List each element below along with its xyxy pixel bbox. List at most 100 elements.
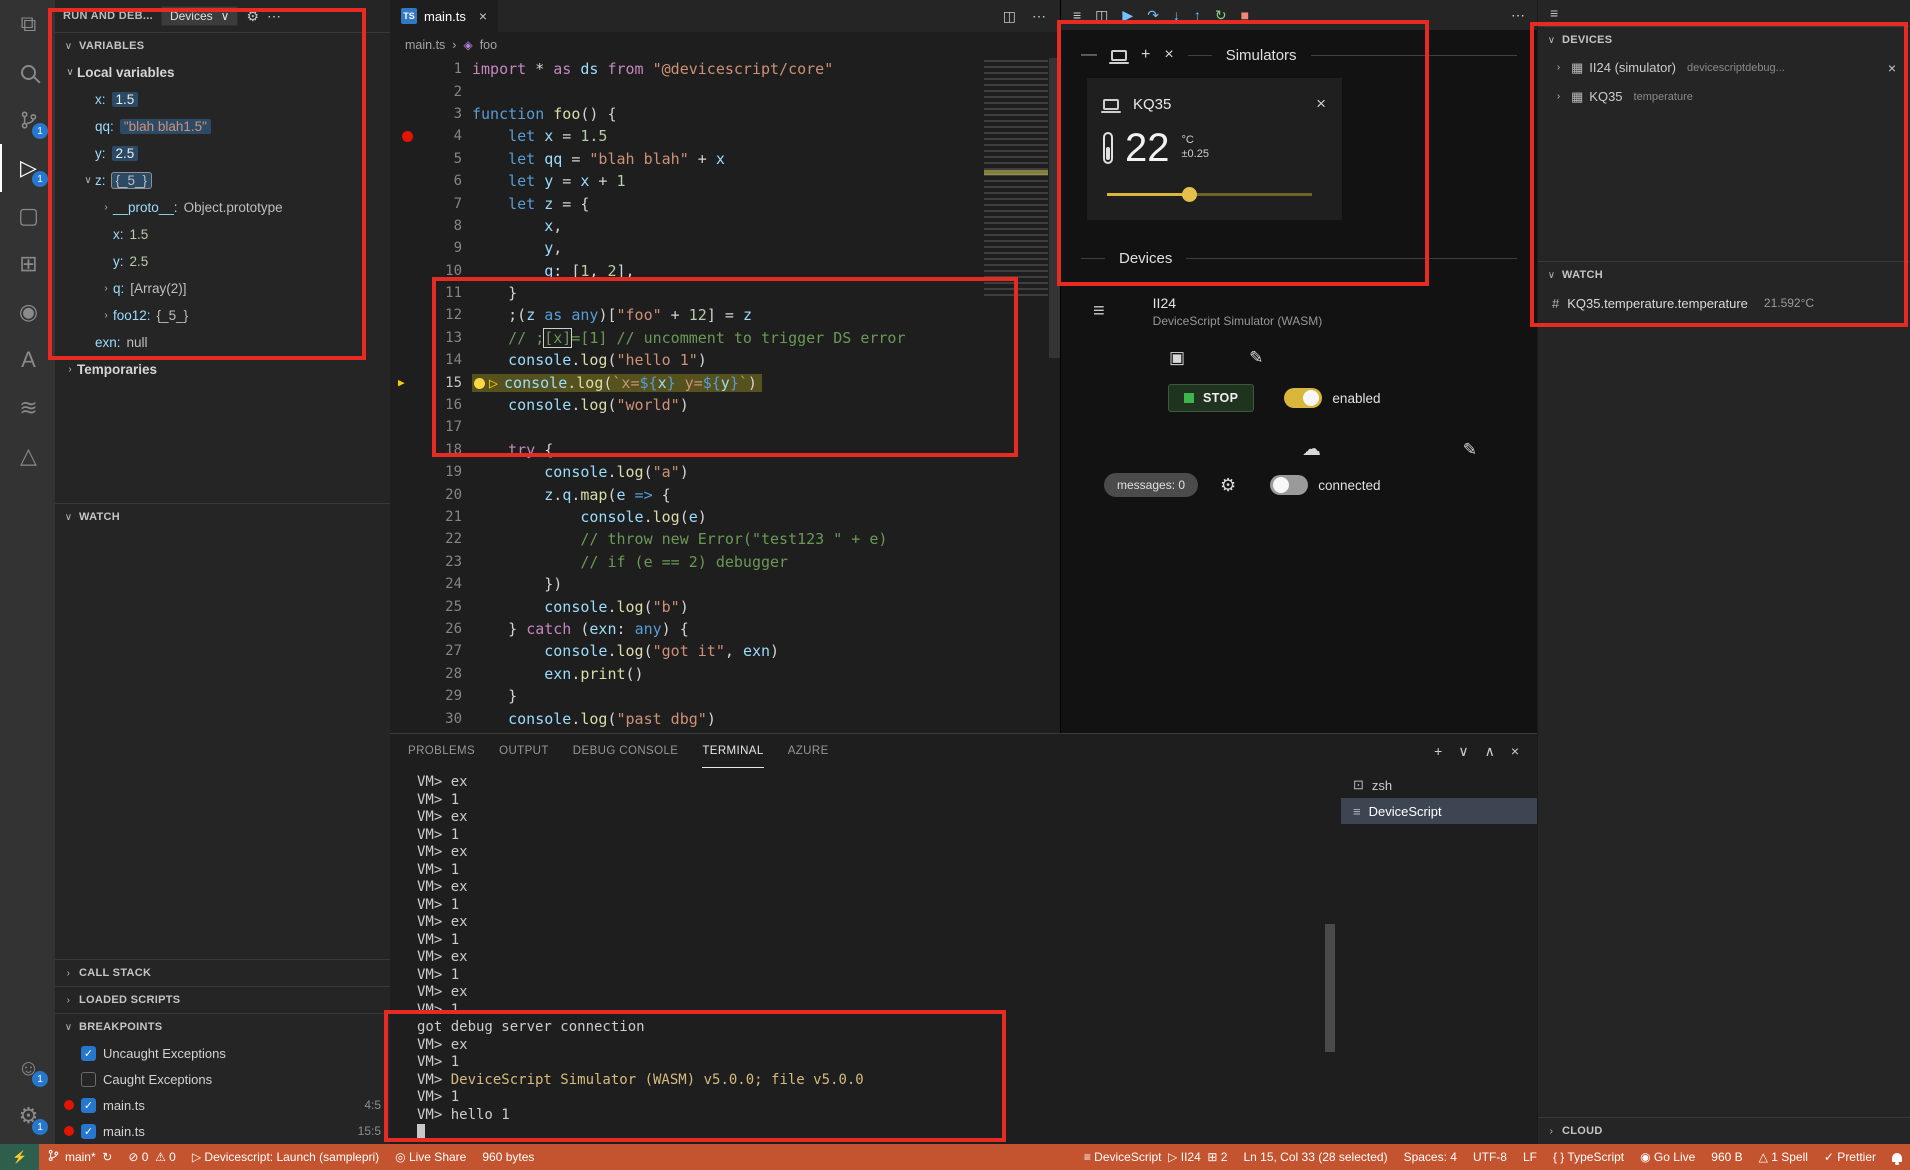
status-devicescript-device[interactable]: ≡ DeviceScript ▷ II24 ⊞ 2 xyxy=(1076,1144,1236,1170)
activity-remote-explorer-icon[interactable]: ▢ xyxy=(0,192,55,240)
device-row[interactable]: ›▦II24 (simulator)devicescriptdebug...× xyxy=(1538,53,1910,82)
robot-icon[interactable]: ▣ xyxy=(1169,348,1185,368)
status-problems[interactable]: ⊘ 0 ⚠ 0 xyxy=(120,1144,184,1170)
status-file-bytes[interactable]: 960 bytes xyxy=(474,1144,542,1170)
variable-row[interactable]: ›q:[Array(2)] xyxy=(55,275,390,302)
variable-row[interactable]: ›foo12:{_5_} xyxy=(55,302,390,329)
gutter[interactable]: 22 xyxy=(390,531,462,547)
breakpoint-checkbox[interactable] xyxy=(81,1072,96,1087)
gutter[interactable]: ▶15 xyxy=(390,375,462,391)
debug-step-into-icon[interactable]: ↓ xyxy=(1173,7,1180,23)
status-live-share[interactable]: ◎ Live Share xyxy=(387,1144,474,1170)
status-remote-indicator[interactable]: ⚡ xyxy=(0,1144,39,1170)
status-debug-launch[interactable]: ▷ Devicescript: Launch (samplepri) xyxy=(184,1144,387,1170)
variable-row[interactable]: ∨Local variables xyxy=(55,59,390,86)
gutter[interactable]: 9 xyxy=(390,240,462,256)
gutter[interactable]: 21 xyxy=(390,509,462,525)
gutter[interactable]: 20 xyxy=(390,487,462,503)
status-spell-checker[interactable]: △ 1 Spell xyxy=(1751,1144,1816,1170)
close-panel-button[interactable]: × xyxy=(1511,743,1519,759)
status-prettier[interactable]: ✓ Prettier xyxy=(1816,1144,1884,1170)
split-editor-icon[interactable]: ◫ xyxy=(1095,7,1108,24)
activity-search-icon[interactable] xyxy=(0,48,55,96)
gutter[interactable]: 2 xyxy=(390,84,462,100)
gutter[interactable]: 19 xyxy=(390,464,462,480)
list-icon[interactable]: ≡ xyxy=(1550,5,1558,21)
status-encoding[interactable]: UTF-8 xyxy=(1465,1144,1515,1170)
breadcrumb-item-file[interactable]: main.ts xyxy=(405,38,445,52)
activity-source-control-icon[interactable]: 1 xyxy=(0,96,55,144)
code-area[interactable]: 1import * as ds from "@devicescript/core… xyxy=(390,58,1060,733)
status-eol[interactable]: LF xyxy=(1515,1144,1545,1170)
edit-icon[interactable]: ✎ xyxy=(1249,348,1263,368)
stop-button[interactable]: STOP xyxy=(1168,384,1254,412)
breakpoint-checkbox[interactable]: ✓ xyxy=(81,1046,96,1061)
gutter[interactable]: 13 xyxy=(390,330,462,346)
gutter[interactable]: 8 xyxy=(390,218,462,234)
panel-tab-problems[interactable]: PROBLEMS xyxy=(408,734,475,768)
tab-main-ts[interactable]: TS main.ts × xyxy=(390,0,498,32)
gutter[interactable]: 17 xyxy=(390,419,462,435)
more-actions-icon[interactable]: ⋯ xyxy=(267,8,281,25)
variable-row[interactable]: y:2.5 xyxy=(55,140,390,167)
minimap[interactable] xyxy=(984,60,1048,298)
slider-thumb[interactable] xyxy=(1182,187,1197,202)
breakpoint-row[interactable]: ✓main.ts4:5 xyxy=(55,1092,390,1118)
loaded-scripts-section-header[interactable]: › LOADED SCRIPTS xyxy=(55,986,390,1013)
gutter[interactable]: 4 xyxy=(390,128,462,144)
breakpoint-dot-icon[interactable] xyxy=(402,131,413,142)
panel-tab-terminal[interactable]: TERMINAL xyxy=(702,734,763,768)
enabled-toggle[interactable] xyxy=(1284,388,1322,408)
gutter[interactable]: 24 xyxy=(390,576,462,592)
watch-row[interactable]: #KQ35.temperature.temperature21.592°C xyxy=(1538,288,1910,318)
lightbulb-icon[interactable] xyxy=(474,378,485,389)
activity-explorer-icon[interactable]: ⧉ xyxy=(0,0,55,48)
gutter[interactable]: 10 xyxy=(390,263,462,279)
activity-extensions-icon[interactable]: ⊞ xyxy=(0,240,55,288)
gear-icon[interactable]: ⚙ xyxy=(1220,475,1236,496)
variable-row[interactable]: y:2.5 xyxy=(55,248,390,275)
gutter[interactable]: 3 xyxy=(390,106,462,122)
terminal-scrollbar[interactable] xyxy=(1325,924,1335,1052)
device-watch-section-header[interactable]: ∨ WATCH xyxy=(1538,261,1910,288)
terminal-session-devicescript[interactable]: ≡DeviceScript xyxy=(1341,798,1537,824)
gutter[interactable]: 30 xyxy=(390,711,462,727)
breakpoint-checkbox[interactable]: ✓ xyxy=(81,1098,96,1113)
variable-row[interactable]: exn:null xyxy=(55,329,390,356)
close-tab-icon[interactable]: × xyxy=(479,8,487,24)
status-language-mode[interactable]: { } TypeScript xyxy=(1545,1144,1632,1170)
add-simulator-button[interactable]: + xyxy=(1141,46,1150,64)
drag-handle[interactable]: — xyxy=(1081,46,1097,64)
breakpoints-section-header[interactable]: ∨ BREAKPOINTS xyxy=(55,1013,390,1040)
activity-testing-icon[interactable]: △ xyxy=(0,432,55,480)
variable-row[interactable]: x:1.5 xyxy=(55,86,390,113)
gutter[interactable]: 25 xyxy=(390,599,462,615)
activity-spell-checker-icon[interactable]: A xyxy=(0,336,55,384)
more-actions-icon[interactable]: ⋯ xyxy=(1032,8,1046,25)
gutter[interactable]: 27 xyxy=(390,643,462,659)
close-simulator-icon[interactable]: × xyxy=(1316,94,1326,114)
gutter[interactable]: 5 xyxy=(390,151,462,167)
close-device-icon[interactable]: × xyxy=(1888,60,1900,76)
messages-pill[interactable]: messages: 0 xyxy=(1104,473,1198,497)
gutter[interactable]: 14 xyxy=(390,352,462,368)
variable-row[interactable]: qq:"blah blah1.5" xyxy=(55,113,390,140)
cloud-icon[interactable]: ☁ xyxy=(1302,438,1321,461)
debug-step-out-icon[interactable]: ↑ xyxy=(1194,7,1201,23)
variable-row[interactable]: x:1.5 xyxy=(55,221,390,248)
gutter[interactable]: 26 xyxy=(390,621,462,637)
gutter[interactable]: 28 xyxy=(390,666,462,682)
cloud-section-header[interactable]: › CLOUD xyxy=(1538,1117,1910,1144)
gutter[interactable]: 16 xyxy=(390,397,462,413)
status-notifications-bell[interactable] xyxy=(1884,1144,1910,1170)
terminal-session-zsh[interactable]: ⊡zsh xyxy=(1341,772,1537,798)
activity-settings-icon[interactable]: ⚙1 xyxy=(0,1092,55,1140)
status-cursor-position[interactable]: Ln 15, Col 33 (28 selected) xyxy=(1235,1144,1395,1170)
maximize-panel-button[interactable]: ∧ xyxy=(1485,743,1495,760)
gutter[interactable]: 12 xyxy=(390,307,462,323)
debug-stop-icon[interactable]: ■ xyxy=(1241,7,1249,23)
temperature-slider[interactable] xyxy=(1107,186,1312,202)
edit-icon[interactable]: ✎ xyxy=(1463,440,1477,460)
status-file-size[interactable]: 960 B xyxy=(1703,1144,1750,1170)
status-go-live[interactable]: ◉ Go Live xyxy=(1632,1144,1703,1170)
